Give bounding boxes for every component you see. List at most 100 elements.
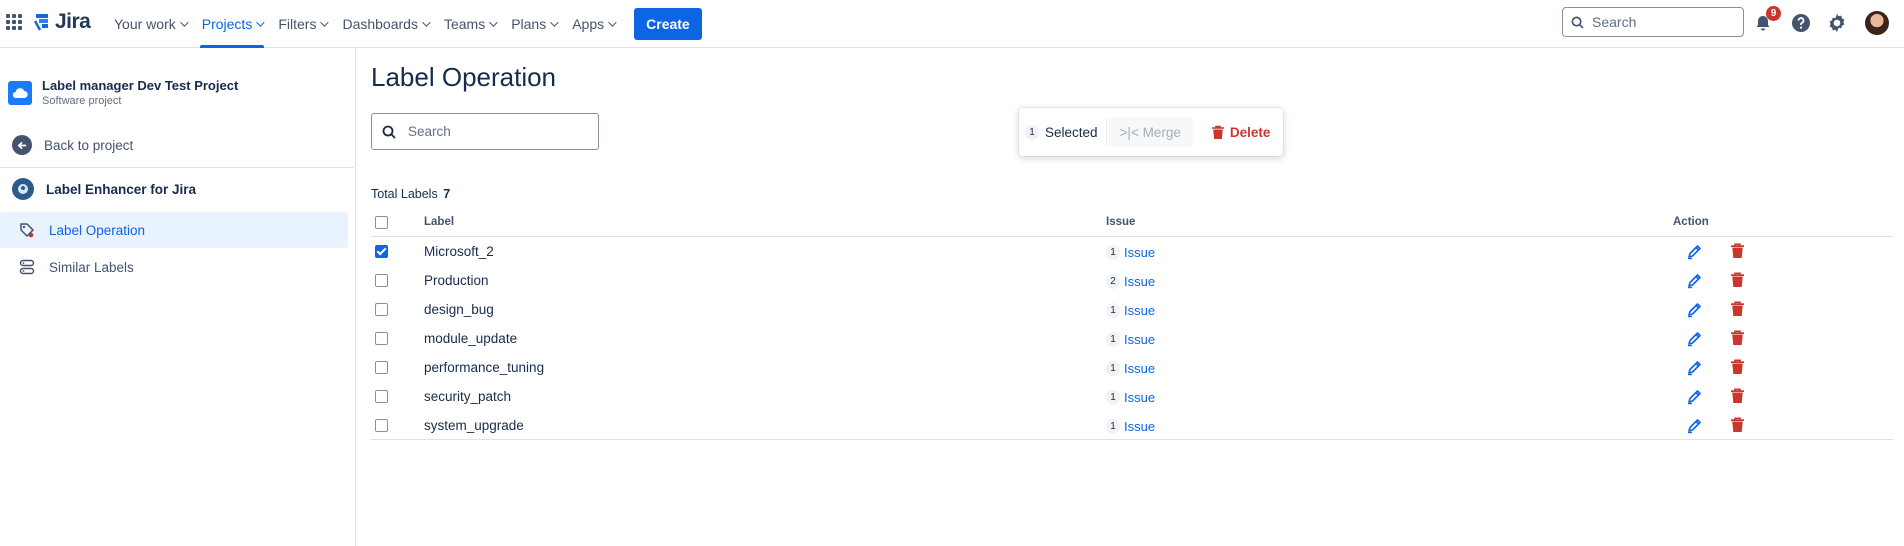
table-row: security_patch 1 Issue bbox=[371, 382, 1893, 411]
table-body: Microsoft_2 1 Issue Production 2 Issue d… bbox=[371, 237, 1893, 440]
table-row: design_bug 1 Issue bbox=[371, 295, 1893, 324]
project-header[interactable]: Label manager Dev Test Project Software … bbox=[8, 78, 238, 107]
label-search-input[interactable] bbox=[408, 124, 588, 139]
edit-pencil-icon[interactable] bbox=[1686, 301, 1703, 323]
column-header-action: Action bbox=[1673, 216, 1709, 228]
avatar[interactable] bbox=[1865, 11, 1889, 35]
nav-projects[interactable]: Projects bbox=[194, 0, 271, 48]
sidebar-item-label: Label Operation bbox=[49, 222, 146, 238]
nav-filters[interactable]: Filters bbox=[270, 0, 334, 48]
edit-pencil-icon[interactable] bbox=[1686, 330, 1703, 352]
search-icon bbox=[382, 125, 396, 139]
total-labels-count: 7 bbox=[443, 187, 451, 201]
project-cloud-icon bbox=[8, 80, 32, 105]
create-button[interactable]: Create bbox=[634, 8, 702, 40]
global-search-input[interactable] bbox=[1592, 14, 1732, 30]
row-checkbox[interactable] bbox=[375, 274, 388, 287]
selection-action-bar: 1 Selected >|< Merge Delete bbox=[1019, 108, 1283, 156]
row-checkbox[interactable] bbox=[375, 332, 388, 345]
trash-icon[interactable] bbox=[1730, 243, 1745, 264]
label-name: system_upgrade bbox=[424, 418, 524, 433]
nav-label: Teams bbox=[443, 16, 486, 32]
nav-dashboards[interactable]: Dashboards bbox=[334, 0, 436, 48]
table-header: Label Issue Action bbox=[371, 209, 1893, 237]
row-checkbox[interactable] bbox=[375, 419, 388, 432]
issue-link[interactable]: Issue bbox=[1124, 274, 1155, 289]
table-row: Production 2 Issue bbox=[371, 266, 1893, 295]
back-label: Back to project bbox=[44, 137, 134, 153]
arrow-left-icon bbox=[12, 135, 32, 155]
label-name: security_patch bbox=[424, 389, 512, 404]
issue-link[interactable]: Issue bbox=[1124, 332, 1155, 347]
project-name: Label manager Dev Test Project bbox=[42, 78, 239, 93]
issue-count-badge: 1 bbox=[1106, 303, 1120, 318]
issue-link[interactable]: Issue bbox=[1124, 361, 1155, 376]
sidebar-divider bbox=[0, 167, 354, 168]
chevron-down-icon bbox=[550, 18, 559, 27]
nav-label: Projects bbox=[201, 16, 253, 32]
table-row: Microsoft_2 1 Issue bbox=[371, 237, 1893, 266]
table-row: system_upgrade 1 Issue bbox=[371, 411, 1893, 440]
app-name: Label Enhancer for Jira bbox=[46, 181, 197, 197]
edit-pencil-icon[interactable] bbox=[1686, 417, 1703, 439]
issue-count-badge: 1 bbox=[1106, 361, 1120, 376]
labels-table: Label Issue Action Microsoft_2 1 Issue P… bbox=[371, 209, 1893, 440]
trash-icon[interactable] bbox=[1730, 330, 1745, 351]
select-all-checkbox[interactable] bbox=[375, 216, 388, 229]
row-checkbox[interactable] bbox=[375, 361, 388, 374]
help-icon[interactable] bbox=[1790, 12, 1812, 34]
chevron-down-icon bbox=[422, 18, 431, 27]
trash-icon[interactable] bbox=[1730, 359, 1745, 380]
trash-icon[interactable] bbox=[1730, 301, 1745, 322]
app-switcher-icon[interactable] bbox=[6, 14, 22, 30]
table-row: module_update 1 Issue bbox=[371, 324, 1893, 353]
back-to-project-link[interactable]: Back to project bbox=[12, 135, 133, 155]
sidebar-item-label: Similar Labels bbox=[49, 259, 134, 275]
issue-link[interactable]: Issue bbox=[1124, 303, 1155, 318]
jira-logo[interactable]: Jira bbox=[33, 10, 91, 34]
notification-count-badge: 9 bbox=[1766, 6, 1781, 21]
logo-text: Jira bbox=[55, 10, 91, 33]
issue-link[interactable]: Issue bbox=[1124, 419, 1155, 434]
issue-link[interactable]: Issue bbox=[1124, 390, 1155, 405]
nav-label: Dashboards bbox=[342, 16, 418, 32]
row-checkbox[interactable] bbox=[375, 245, 388, 258]
page-title: Label Operation bbox=[371, 62, 557, 92]
issue-link[interactable]: Issue bbox=[1124, 245, 1155, 260]
merge-button[interactable]: >|< Merge bbox=[1107, 117, 1193, 147]
issue-count-badge: 1 bbox=[1106, 390, 1120, 405]
selected-count-badge: 1 bbox=[1025, 124, 1039, 140]
nav-plans[interactable]: Plans bbox=[503, 0, 564, 48]
edit-pencil-icon[interactable] bbox=[1686, 388, 1703, 410]
settings-icon[interactable] bbox=[1826, 12, 1848, 34]
nav-your-work[interactable]: Your work bbox=[106, 0, 194, 48]
row-checkbox[interactable] bbox=[375, 303, 388, 316]
label-tag-icon bbox=[18, 221, 36, 239]
sidebar-item-label-operation[interactable]: Label Operation bbox=[0, 212, 348, 248]
sidebar-item-similar-labels[interactable]: Similar Labels bbox=[0, 249, 348, 285]
nav-label: Your work bbox=[114, 16, 176, 32]
trash-icon[interactable] bbox=[1730, 388, 1745, 409]
global-search[interactable] bbox=[1562, 7, 1744, 37]
row-checkbox[interactable] bbox=[375, 390, 388, 403]
trash-icon[interactable] bbox=[1730, 417, 1745, 438]
selected-label: Selected bbox=[1045, 124, 1098, 140]
nav-apps[interactable]: Apps bbox=[564, 0, 622, 48]
nav-label: Filters bbox=[278, 16, 317, 32]
nav-label: Plans bbox=[511, 16, 547, 32]
edit-pencil-icon[interactable] bbox=[1686, 272, 1703, 294]
sidebar: Label manager Dev Test Project Software … bbox=[0, 48, 356, 546]
edit-pencil-icon[interactable] bbox=[1686, 359, 1703, 381]
issue-cell: 1 Issue bbox=[1106, 332, 1155, 347]
issue-cell: 2 Issue bbox=[1106, 274, 1155, 289]
label-name: performance_tuning bbox=[424, 360, 545, 375]
issue-count-badge: 1 bbox=[1106, 332, 1120, 347]
trash-icon[interactable] bbox=[1730, 272, 1745, 293]
delete-button[interactable]: Delete bbox=[1203, 117, 1279, 147]
table-row: performance_tuning 1 Issue bbox=[371, 353, 1893, 382]
label-search[interactable] bbox=[371, 113, 599, 150]
edit-pencil-icon[interactable] bbox=[1686, 243, 1703, 265]
label-name: Microsoft_2 bbox=[424, 244, 494, 259]
primary-nav: Your work Projects Filters Dashboards Te… bbox=[106, 0, 702, 48]
nav-teams[interactable]: Teams bbox=[436, 0, 503, 48]
